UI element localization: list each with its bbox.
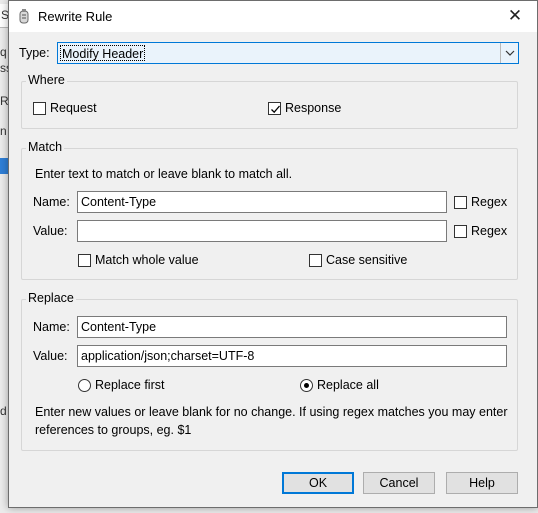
- match-instruction: Enter text to match or leave blank to ma…: [35, 167, 293, 181]
- background-text: q: [0, 45, 7, 59]
- match-value-regex-label[interactable]: Regex: [471, 224, 507, 238]
- replace-value-input[interactable]: application/json;charset=UTF-8: [77, 345, 507, 367]
- type-select[interactable]: Modify Header: [57, 42, 519, 64]
- replace-value-label: Value:: [33, 349, 68, 363]
- background-text: n: [0, 124, 7, 138]
- close-button[interactable]: ✕: [493, 1, 537, 32]
- case-sensitive-checkbox[interactable]: [309, 254, 322, 267]
- type-label: Type:: [19, 46, 50, 60]
- match-group-title: Match: [26, 140, 65, 154]
- request-label[interactable]: Request: [50, 101, 97, 115]
- match-name-regex-label[interactable]: Regex: [471, 195, 507, 209]
- replace-all-radio[interactable]: [300, 379, 313, 392]
- dialog-title: Rewrite Rule: [38, 9, 113, 24]
- rewrite-rule-dialog: Rewrite Rule ✕ Type: Modify Header Where…: [8, 0, 538, 508]
- case-sensitive-label[interactable]: Case sensitive: [326, 253, 407, 267]
- request-checkbox[interactable]: [33, 102, 46, 115]
- background-selection: [0, 158, 8, 174]
- replace-name-label: Name:: [33, 320, 70, 334]
- radio-selected-dot: [304, 383, 309, 388]
- match-name-label: Name:: [33, 195, 70, 209]
- replace-first-radio[interactable]: [78, 379, 91, 392]
- replace-all-label[interactable]: Replace all: [317, 378, 379, 392]
- replace-help-note: Enter new values or leave blank for no c…: [35, 405, 508, 437]
- match-value-input[interactable]: [77, 220, 447, 242]
- replace-group-title: Replace: [26, 291, 76, 305]
- chevron-down-icon: [505, 50, 515, 56]
- match-name-regex-checkbox[interactable]: [454, 196, 467, 209]
- where-group-title: Where: [26, 73, 67, 87]
- response-label[interactable]: Response: [285, 101, 341, 115]
- dropdown-arrow[interactable]: [500, 43, 518, 63]
- match-whole-value-checkbox[interactable]: [78, 254, 91, 267]
- app-icon: [17, 9, 31, 25]
- cancel-button[interactable]: Cancel: [363, 472, 435, 494]
- type-select-value: Modify Header: [60, 45, 146, 61]
- replace-first-label[interactable]: Replace first: [95, 378, 164, 392]
- match-whole-value-label[interactable]: Match whole value: [95, 253, 199, 267]
- match-value-label: Value:: [33, 224, 68, 238]
- background-text: d: [0, 404, 7, 418]
- match-name-input[interactable]: Content-Type: [77, 191, 447, 213]
- help-button[interactable]: Help: [446, 472, 518, 494]
- replace-name-input[interactable]: Content-Type: [77, 316, 507, 338]
- checkmark-icon: [271, 105, 280, 114]
- ok-button[interactable]: OK: [282, 472, 354, 494]
- title-bar: Rewrite Rule ✕: [9, 1, 537, 32]
- close-icon: ✕: [507, 6, 523, 25]
- match-value-regex-checkbox[interactable]: [454, 225, 467, 238]
- response-checkbox[interactable]: [268, 102, 281, 115]
